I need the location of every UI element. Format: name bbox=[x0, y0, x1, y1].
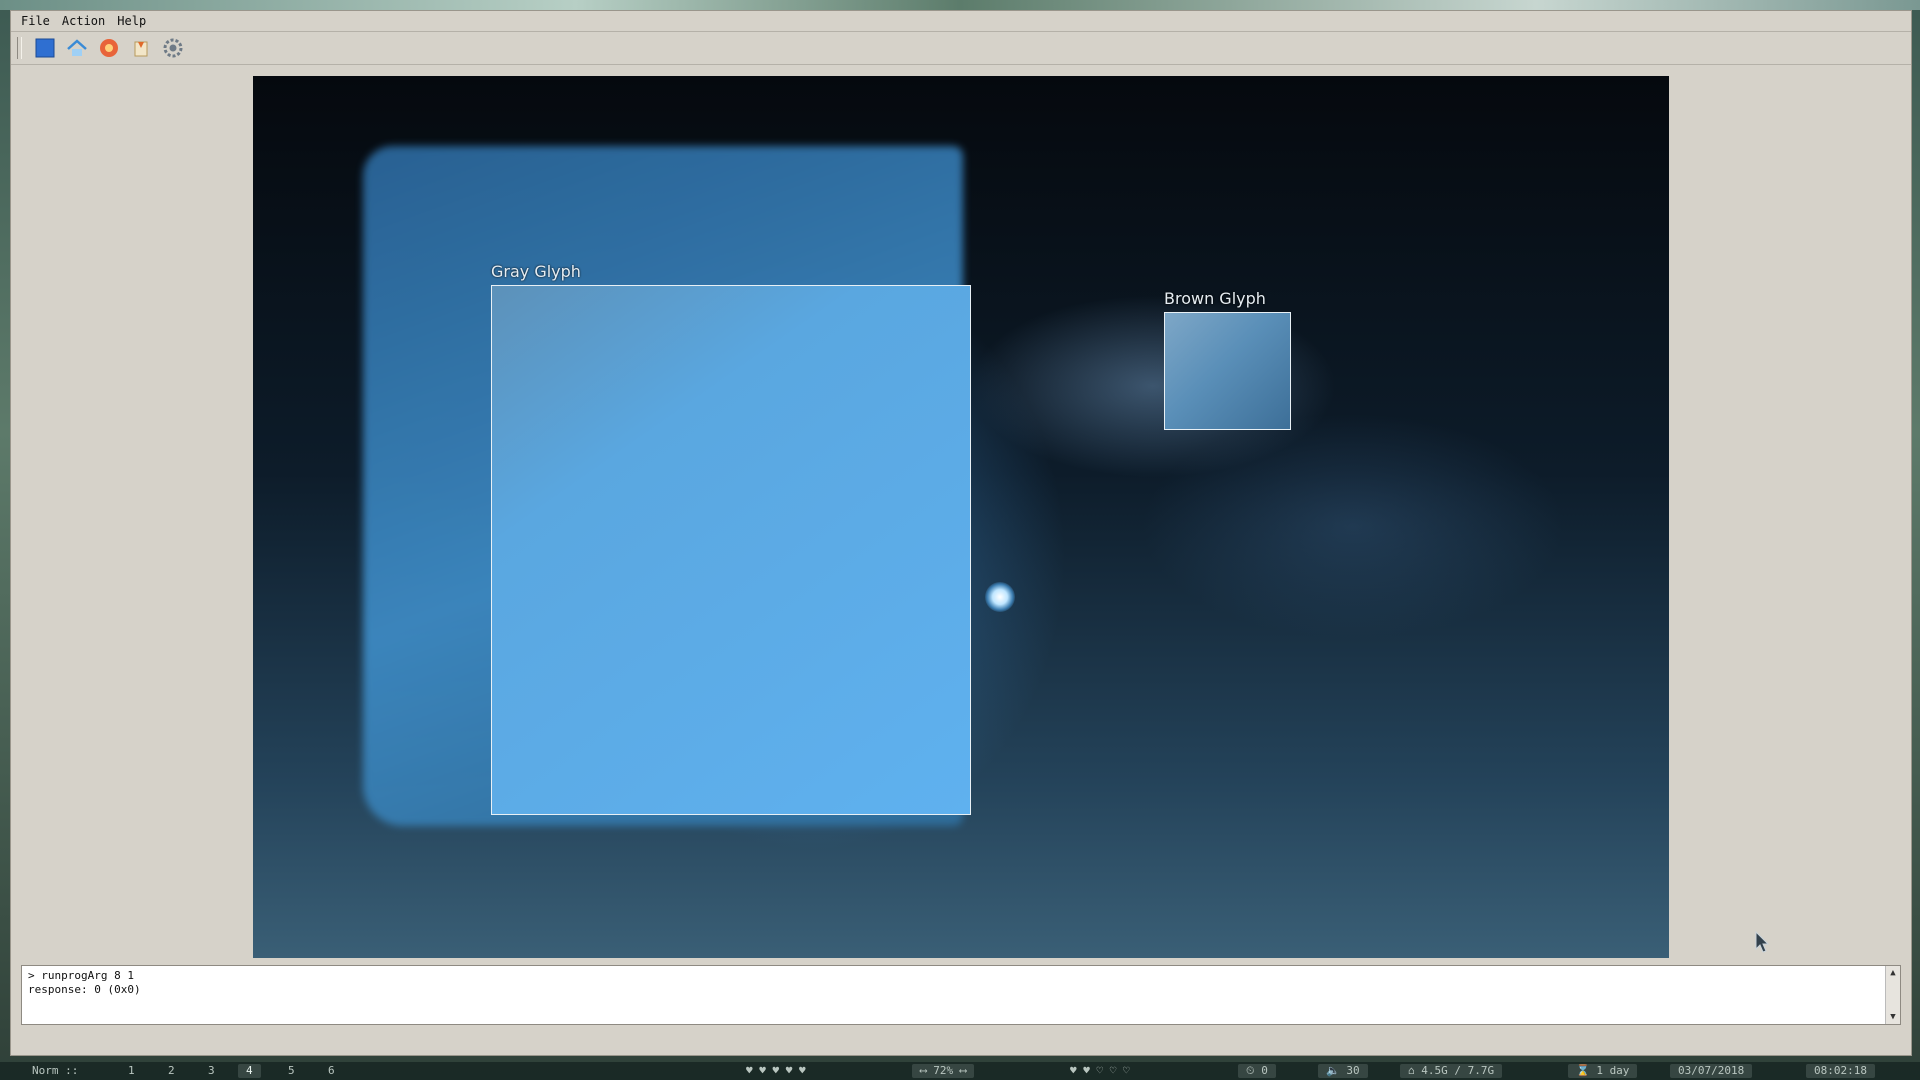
workspace-5[interactable]: 5 bbox=[288, 1064, 295, 1078]
status-bar: Norm :: 1 2 3 4 5 6 ♥ ♥ ♥ ♥ ♥ ⟷ 72% ⟷ ♥ … bbox=[0, 1062, 1920, 1080]
scroll-down-icon[interactable]: ▼ bbox=[1888, 1011, 1898, 1023]
console-line-response: response: 0 (0x0) bbox=[28, 983, 141, 996]
volume-indicator: 🔈 30 bbox=[1318, 1064, 1368, 1078]
memory-indicator: ⌂ 4.5G / 7.7G bbox=[1400, 1064, 1503, 1078]
toolbar bbox=[11, 31, 1911, 65]
date-indicator: 03/07/2018 bbox=[1670, 1064, 1753, 1078]
console-scrollbar[interactable]: ▲ ▼ bbox=[1885, 966, 1900, 1024]
health-hearts: ♥ ♥ ♥ ♥ ♥ bbox=[746, 1064, 806, 1077]
detection-box-brown-glyph[interactable] bbox=[1164, 312, 1291, 430]
timer-indicator: ⏲ 0 bbox=[1238, 1064, 1276, 1078]
toolbar-grip-handle[interactable] bbox=[17, 37, 22, 59]
console-output: > runprogArg 8 1 response: 0 (0x0) bbox=[28, 969, 141, 997]
uptime-indicator: ⌛ 1 day bbox=[1568, 1064, 1638, 1078]
home-icon[interactable] bbox=[64, 35, 90, 61]
app-window: File Action Help Gray Glyph Brown Glyph bbox=[10, 10, 1912, 1056]
workspace-3[interactable]: 3 bbox=[208, 1064, 215, 1078]
badge-icon[interactable] bbox=[128, 35, 154, 61]
detection-box-gray-glyph[interactable] bbox=[491, 285, 971, 815]
menu-action[interactable]: Action bbox=[56, 14, 111, 28]
workspace-1[interactable]: 1 bbox=[128, 1064, 135, 1078]
menu-bar: File Action Help bbox=[11, 11, 1911, 31]
camera-view[interactable]: Gray Glyph Brown Glyph bbox=[253, 76, 1669, 958]
command-console[interactable]: > runprogArg 8 1 response: 0 (0x0) ▲ ▼ bbox=[21, 965, 1901, 1025]
orange-burst-icon[interactable] bbox=[96, 35, 122, 61]
blue-square-icon[interactable] bbox=[32, 35, 58, 61]
workspace-4-active[interactable]: 4 bbox=[238, 1064, 261, 1078]
mode-indicator: Norm :: bbox=[32, 1064, 79, 1077]
settings-gear-icon[interactable] bbox=[160, 35, 186, 61]
detection-label-brown: Brown Glyph bbox=[1164, 289, 1266, 308]
menu-file[interactable]: File bbox=[15, 14, 56, 28]
workspace-6[interactable]: 6 bbox=[328, 1064, 335, 1078]
workspace-2[interactable]: 2 bbox=[168, 1064, 175, 1078]
health-hearts-secondary: ♥ ♥ ♡ ♡ ♡ bbox=[1070, 1064, 1130, 1077]
desktop-wallpaper bbox=[0, 0, 1920, 10]
console-line-command: > runprogArg 8 1 bbox=[28, 969, 134, 982]
detection-label-gray: Gray Glyph bbox=[491, 262, 581, 281]
mouse-cursor-icon bbox=[1755, 931, 1769, 953]
width-indicator: ⟷ 72% ⟷ bbox=[912, 1064, 975, 1078]
light-glare bbox=[985, 582, 1015, 612]
menu-help[interactable]: Help bbox=[111, 14, 152, 28]
scroll-up-icon[interactable]: ▲ bbox=[1888, 967, 1898, 979]
clock: 08:02:18 bbox=[1806, 1064, 1875, 1078]
